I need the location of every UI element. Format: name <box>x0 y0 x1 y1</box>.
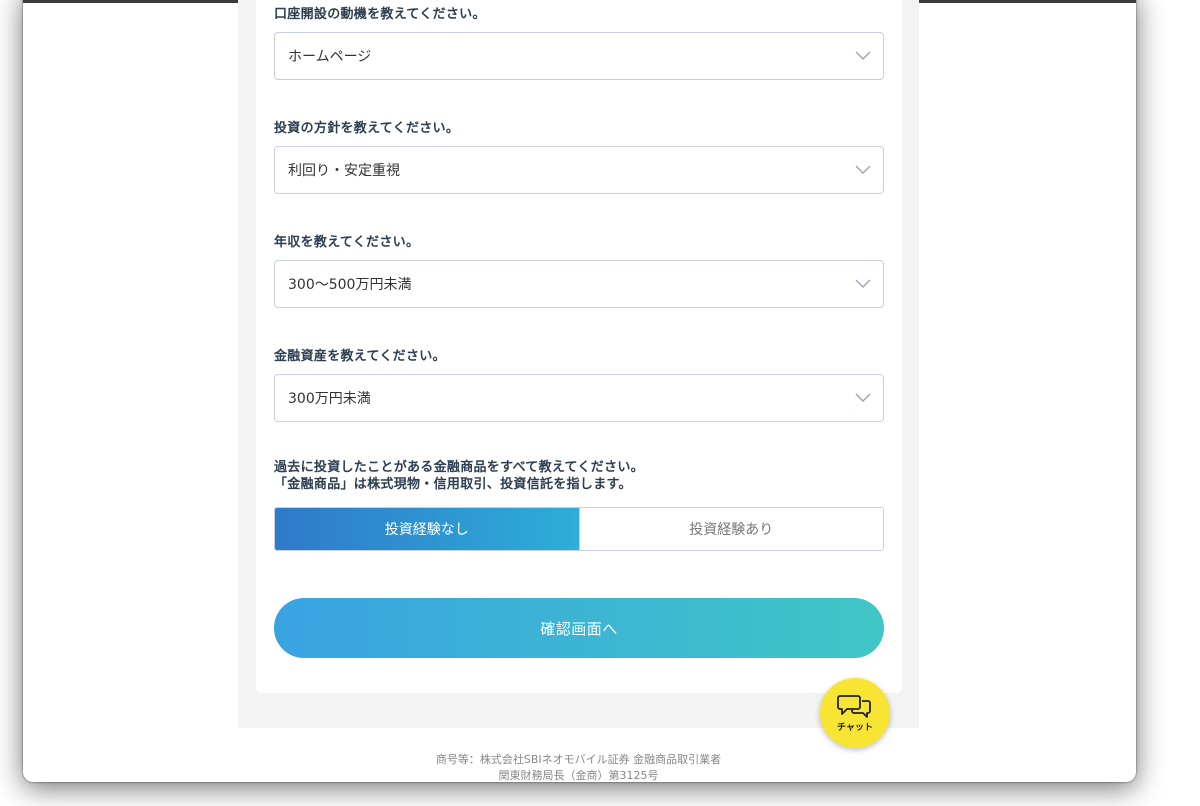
motive-select[interactable]: ホームページ <box>274 32 884 80</box>
policy-select[interactable]: 利回り・安定重視 <box>274 146 884 194</box>
question-label-assets: 金融資産を教えてください。 <box>274 349 446 364</box>
experience-toggle: 投資経験なし 投資経験あり <box>274 507 884 551</box>
footer-registration: 関東財務局長（金商）第3125号 <box>498 769 659 782</box>
question-label-motive: 口座開設の動機を教えてください。 <box>274 7 486 22</box>
question-label-income: 年収を教えてください。 <box>274 235 420 250</box>
chat-button[interactable]: チャット <box>820 678 890 748</box>
chevron-down-icon <box>855 165 871 174</box>
browser-window: 口座開設の動機を教えてください。 ホームページ 投資の方針を教えてください。 利… <box>23 0 1136 782</box>
assets-select-value: 300万円未満 <box>288 391 371 407</box>
policy-select-value: 利回り・安定重視 <box>288 163 400 179</box>
income-select[interactable]: 300〜500万円未満 <box>274 260 884 308</box>
motive-select-value: ホームページ <box>288 49 372 65</box>
chat-label: チャット <box>837 723 873 733</box>
chevron-down-icon <box>855 279 871 288</box>
assets-select[interactable]: 300万円未満 <box>274 374 884 422</box>
chevron-down-icon <box>855 51 871 60</box>
survey-form-card: 口座開設の動機を教えてください。 ホームページ 投資の方針を教えてください。 利… <box>256 0 902 693</box>
experience-none-option[interactable]: 投資経験なし <box>275 508 579 550</box>
footer-company: 商号等：株式会社SBIネオモバイル証券 金融商品取引業者 <box>435 753 722 766</box>
footer: 商号等：株式会社SBIネオモバイル証券 金融商品取引業者 関東財務局長（金商）第… <box>238 752 919 782</box>
income-select-value: 300〜500万円未満 <box>288 277 412 293</box>
experience-yes-option[interactable]: 投資経験あり <box>578 508 883 550</box>
question-label-policy: 投資の方針を教えてください。 <box>274 121 460 136</box>
confirm-button[interactable]: 確認画面へ <box>274 598 884 658</box>
question-label-experience: 過去に投資したことがある金融商品をすべて教えてください。 「金融商品」は株式現物… <box>274 459 644 493</box>
experience-label-line2: 「金融商品」は株式現物・信用取引、投資信託を指します。 <box>274 477 632 492</box>
chat-bubbles-icon <box>837 695 871 718</box>
chevron-down-icon <box>855 393 871 402</box>
experience-label-line1: 過去に投資したことがある金融商品をすべて教えてください。 <box>274 460 644 475</box>
